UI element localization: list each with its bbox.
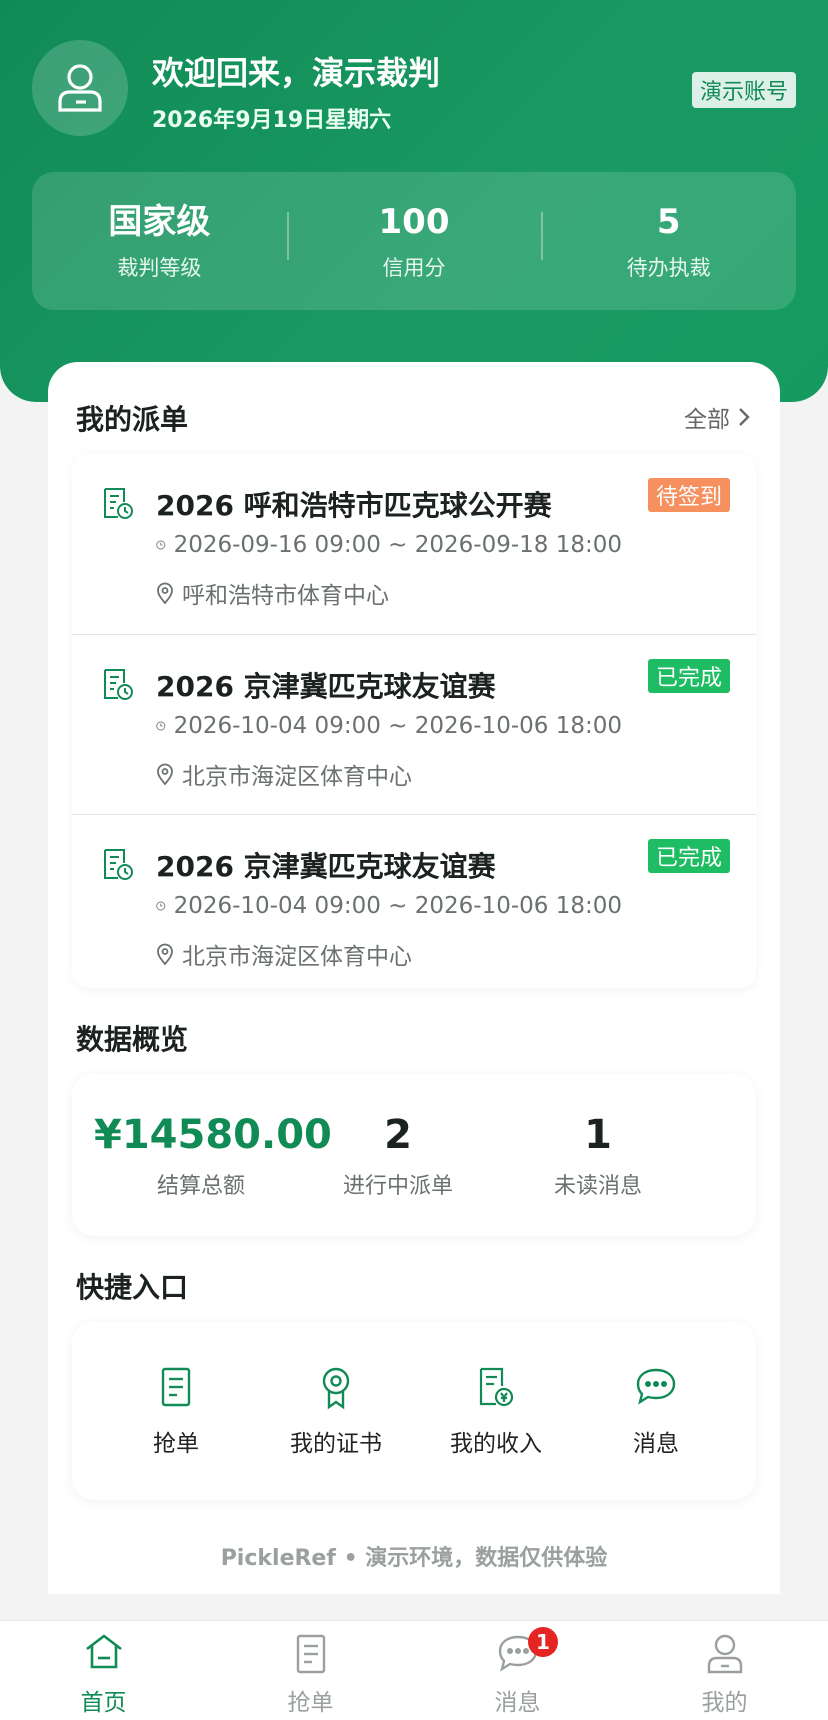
status-badge: 已完成 <box>647 839 730 873</box>
quick-label: 我的收入 <box>450 1431 542 1457</box>
tab-label: 我的 <box>701 1690 748 1716</box>
stat-value: 100 <box>378 202 450 242</box>
current-date: 2026年9月19日星期六 <box>152 108 392 133</box>
overview-unread-messages[interactable]: 1 未读消息 <box>528 1110 668 1200</box>
stat-pending-assignments[interactable]: 5 待办执裁 <box>541 200 796 282</box>
clock-icon <box>156 721 166 731</box>
view-all-orders-link[interactable]: 全部 <box>684 400 750 434</box>
order-title: 2026 京津冀匹克球友谊赛 <box>156 670 496 703</box>
stat-value: 国家级 <box>108 202 211 242</box>
document-icon <box>161 1367 191 1407</box>
clock-icon <box>156 540 166 550</box>
bottom-tab-bar: 首页 抢单 1 消息 我的 <box>0 1620 828 1720</box>
document-icon <box>296 1634 325 1674</box>
tab-messages[interactable]: 1 消息 <box>414 1621 621 1720</box>
user-icon <box>707 1634 742 1674</box>
schedule-doc-icon <box>104 669 133 700</box>
quick-label: 消息 <box>633 1431 679 1457</box>
order-place: 呼和浩特市体育中心 <box>156 576 622 610</box>
income-icon <box>479 1367 514 1407</box>
stat-value: 5 <box>656 202 681 242</box>
quick-my-income[interactable]: 我的收入 <box>416 1366 576 1458</box>
quick-section-title: 快捷入口 <box>76 1271 189 1304</box>
order-place: 北京市海淀区体育中心 <box>156 937 622 971</box>
certificate-icon <box>322 1367 350 1410</box>
order-time-text: 2026-10-04 09:00 ~ 2026-10-06 18:00 <box>173 713 622 739</box>
order-time-text: 2026-10-04 09:00 ~ 2026-10-06 18:00 <box>173 893 622 919</box>
chat-icon <box>636 1368 676 1405</box>
header-banner: 欢迎回来，演示裁判 2026年9月19日星期六 演示账号 国家级 裁判等级 10… <box>0 0 828 402</box>
demo-footer-note: PickleRef • 演示环境，数据仅供体验 <box>220 1546 608 1571</box>
unread-count-badge: 1 <box>528 1627 558 1657</box>
order-place-text: 北京市海淀区体育中心 <box>182 944 412 970</box>
tab-home[interactable]: 首页 <box>0 1621 207 1720</box>
quick-messages[interactable]: 消息 <box>576 1366 736 1458</box>
quick-label: 抢单 <box>153 1431 199 1457</box>
schedule-doc-icon <box>104 488 133 519</box>
status-badge: 已完成 <box>647 659 730 693</box>
avatar[interactable] <box>32 40 128 136</box>
overview-value: ¥14580.00 <box>94 1112 332 1158</box>
location-pin-icon <box>157 582 173 604</box>
view-all-label: 全部 <box>684 407 730 433</box>
order-item[interactable]: 2026 京津冀匹克球友谊赛 已完成 2026-10-04 09:00 ~ 20… <box>72 814 756 994</box>
stat-credit-score[interactable]: 100 信用分 <box>286 200 542 282</box>
quick-my-certificates[interactable]: 我的证书 <box>256 1366 416 1458</box>
user-icon <box>58 64 102 112</box>
quick-entry-card: 抢单 我的证书 我的收入 消息 <box>72 1322 756 1500</box>
overview-label: 结算总额 <box>156 1174 245 1199</box>
welcome-text: 欢迎回来，演示裁判 <box>152 54 441 92</box>
home-icon <box>85 1634 122 1669</box>
order-title: 2026 呼和浩特市匹克球公开赛 <box>156 489 552 522</box>
quick-grab-order[interactable]: 抢单 <box>96 1366 256 1458</box>
tab-label: 首页 <box>80 1690 127 1716</box>
tab-label: 消息 <box>494 1690 541 1716</box>
order-time: 2026-10-04 09:00 ~ 2026-10-06 18:00 <box>156 713 622 739</box>
order-title: 2026 京津冀匹克球友谊赛 <box>156 850 496 883</box>
overview-value: 1 <box>584 1112 612 1158</box>
overview-value: 2 <box>384 1112 412 1158</box>
location-pin-icon <box>157 763 173 785</box>
main-sheet: 我的派单 全部 2026 呼和浩特市匹克球公开赛 待签到 2026-09-16 … <box>48 362 780 1594</box>
stat-label: 裁判等级 <box>117 256 202 280</box>
clock-icon <box>156 901 166 911</box>
order-item[interactable]: 2026 京津冀匹克球友谊赛 已完成 2026-10-04 09:00 ~ 20… <box>72 634 756 814</box>
tab-label: 抢单 <box>287 1690 334 1716</box>
orders-section-title: 我的派单 <box>76 403 189 436</box>
location-pin-icon <box>157 943 173 965</box>
order-place-text: 北京市海淀区体育中心 <box>182 764 412 790</box>
order-item[interactable]: 2026 呼和浩特市匹克球公开赛 待签到 2026-09-16 09:00 ~ … <box>72 454 756 634</box>
order-time: 2026-10-04 09:00 ~ 2026-10-06 18:00 <box>156 893 622 919</box>
order-list: 2026 呼和浩特市匹克球公开赛 待签到 2026-09-16 09:00 ~ … <box>72 454 756 988</box>
schedule-doc-icon <box>104 849 133 880</box>
demo-account-badge: 演示账号 <box>691 72 796 108</box>
data-overview-card: ¥14580.00 结算总额 2 进行中派单 1 未读消息 <box>72 1074 756 1236</box>
order-place: 北京市海淀区体育中心 <box>156 757 622 791</box>
overview-total-settlement[interactable]: ¥14580.00 结算总额 <box>94 1110 332 1200</box>
overview-label: 进行中派单 <box>342 1174 453 1199</box>
overview-section-title: 数据概览 <box>76 1023 189 1056</box>
status-badge: 待签到 <box>647 478 730 512</box>
overview-active-orders[interactable]: 2 进行中派单 <box>328 1110 468 1200</box>
overview-label: 未读消息 <box>553 1174 642 1199</box>
referee-stats: 国家级 裁判等级 100 信用分 5 待办执裁 <box>32 172 796 310</box>
order-time-text: 2026-09-16 09:00 ~ 2026-09-18 18:00 <box>173 532 622 558</box>
stat-referee-level[interactable]: 国家级 裁判等级 <box>32 200 287 282</box>
order-time: 2026-09-16 09:00 ~ 2026-09-18 18:00 <box>156 532 622 558</box>
quick-label: 我的证书 <box>290 1431 382 1457</box>
stat-label: 待办执裁 <box>626 256 711 280</box>
stat-label: 信用分 <box>382 256 446 280</box>
tab-grab-order[interactable]: 抢单 <box>207 1621 414 1720</box>
chevron-right-icon <box>739 408 750 426</box>
order-place-text: 呼和浩特市体育中心 <box>182 583 389 609</box>
tab-profile[interactable]: 我的 <box>621 1621 828 1720</box>
